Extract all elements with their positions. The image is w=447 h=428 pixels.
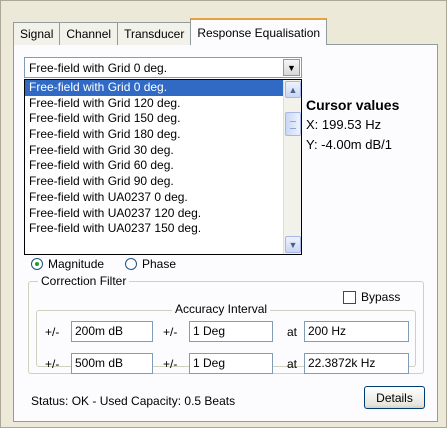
magnitude-label: Magnitude xyxy=(48,257,105,271)
status-text: Status: OK - Used Capacity: 0.5 Beats xyxy=(31,394,236,408)
list-scrollbar[interactable]: ▲ ▼ xyxy=(283,80,301,254)
phase-radio[interactable]: Phase xyxy=(125,257,176,271)
db-tolerance-field[interactable]: 200m dB xyxy=(71,321,153,342)
tab-channel[interactable]: Channel xyxy=(59,22,119,45)
phase-label: Phase xyxy=(142,257,177,271)
magnitude-radio[interactable]: Magnitude xyxy=(31,257,104,271)
tab-bar: Signal Channel Transducer Response Equal… xyxy=(13,18,328,45)
dialog-window: Signal Channel Transducer Response Equal… xyxy=(0,0,447,428)
list-item[interactable]: Free-field with Grid 120 deg. xyxy=(25,96,284,112)
list-items: Free-field with Grid 0 deg. Free-field w… xyxy=(25,80,284,237)
plus-minus-label: +/- xyxy=(163,357,178,371)
scroll-down-icon[interactable]: ▼ xyxy=(285,236,301,253)
db-tolerance-field[interactable]: 500m dB xyxy=(71,353,153,374)
list-item[interactable]: Free-field with UA0237 0 deg. xyxy=(25,190,284,206)
checkbox-icon[interactable] xyxy=(343,290,356,304)
cursor-values-title: Cursor values xyxy=(306,97,400,113)
tab-transducer[interactable]: Transducer xyxy=(117,22,192,45)
tab-signal[interactable]: Signal xyxy=(13,22,61,45)
chevron-down-icon[interactable]: ▼ xyxy=(283,59,300,76)
cursor-y-value: Y: -4.00m dB/1 xyxy=(306,137,392,152)
frequency-field[interactable]: 200 Hz xyxy=(304,321,409,342)
accuracy-interval-title: Accuracy Interval xyxy=(172,302,271,316)
list-item[interactable]: Free-field with Grid 150 deg. xyxy=(25,111,284,127)
correction-filter-title: Correction Filter xyxy=(38,274,130,288)
equalisation-combobox[interactable]: Free-field with Grid 0 deg. ▼ xyxy=(24,57,302,78)
scroll-up-icon[interactable]: ▲ xyxy=(285,81,301,98)
list-item[interactable]: Free-field with Grid 30 deg. xyxy=(25,143,284,159)
at-label: at xyxy=(287,357,298,371)
frequency-field[interactable]: 22.3872k Hz xyxy=(304,353,409,374)
list-item[interactable]: Free-field with Grid 60 deg. xyxy=(25,158,284,174)
radio-unchecked-icon[interactable] xyxy=(125,258,137,270)
list-item[interactable]: Free-field with Grid 0 deg. xyxy=(25,80,284,96)
list-item[interactable]: Free-field with Grid 180 deg. xyxy=(25,127,284,143)
list-item[interactable]: Free-field with UA0237 120 deg. xyxy=(25,206,284,222)
plus-minus-label: +/- xyxy=(45,357,60,371)
cursor-x-value: X: 199.53 Hz xyxy=(306,117,382,132)
deg-tolerance-field[interactable]: 1 Deg xyxy=(189,321,273,342)
deg-tolerance-field[interactable]: 1 Deg xyxy=(189,353,273,374)
plus-minus-label: +/- xyxy=(163,325,178,339)
equalisation-dropdown-list[interactable]: Free-field with Grid 0 deg. Free-field w… xyxy=(24,79,302,255)
list-item[interactable]: Free-field with Grid 90 deg. xyxy=(25,174,284,190)
list-item[interactable]: Free-field with UA0237 150 deg. xyxy=(25,221,284,237)
plus-minus-label: +/- xyxy=(45,325,60,339)
scroll-thumb[interactable] xyxy=(285,112,301,136)
tab-response-equalisation[interactable]: Response Equalisation xyxy=(190,18,328,45)
details-button[interactable]: Details xyxy=(364,386,425,409)
combobox-value: Free-field with Grid 0 deg. xyxy=(29,60,168,75)
at-label: at xyxy=(287,325,298,339)
bypass-checkbox[interactable]: Bypass xyxy=(343,290,400,304)
bypass-label: Bypass xyxy=(361,290,401,304)
radio-checked-icon[interactable] xyxy=(31,258,43,270)
